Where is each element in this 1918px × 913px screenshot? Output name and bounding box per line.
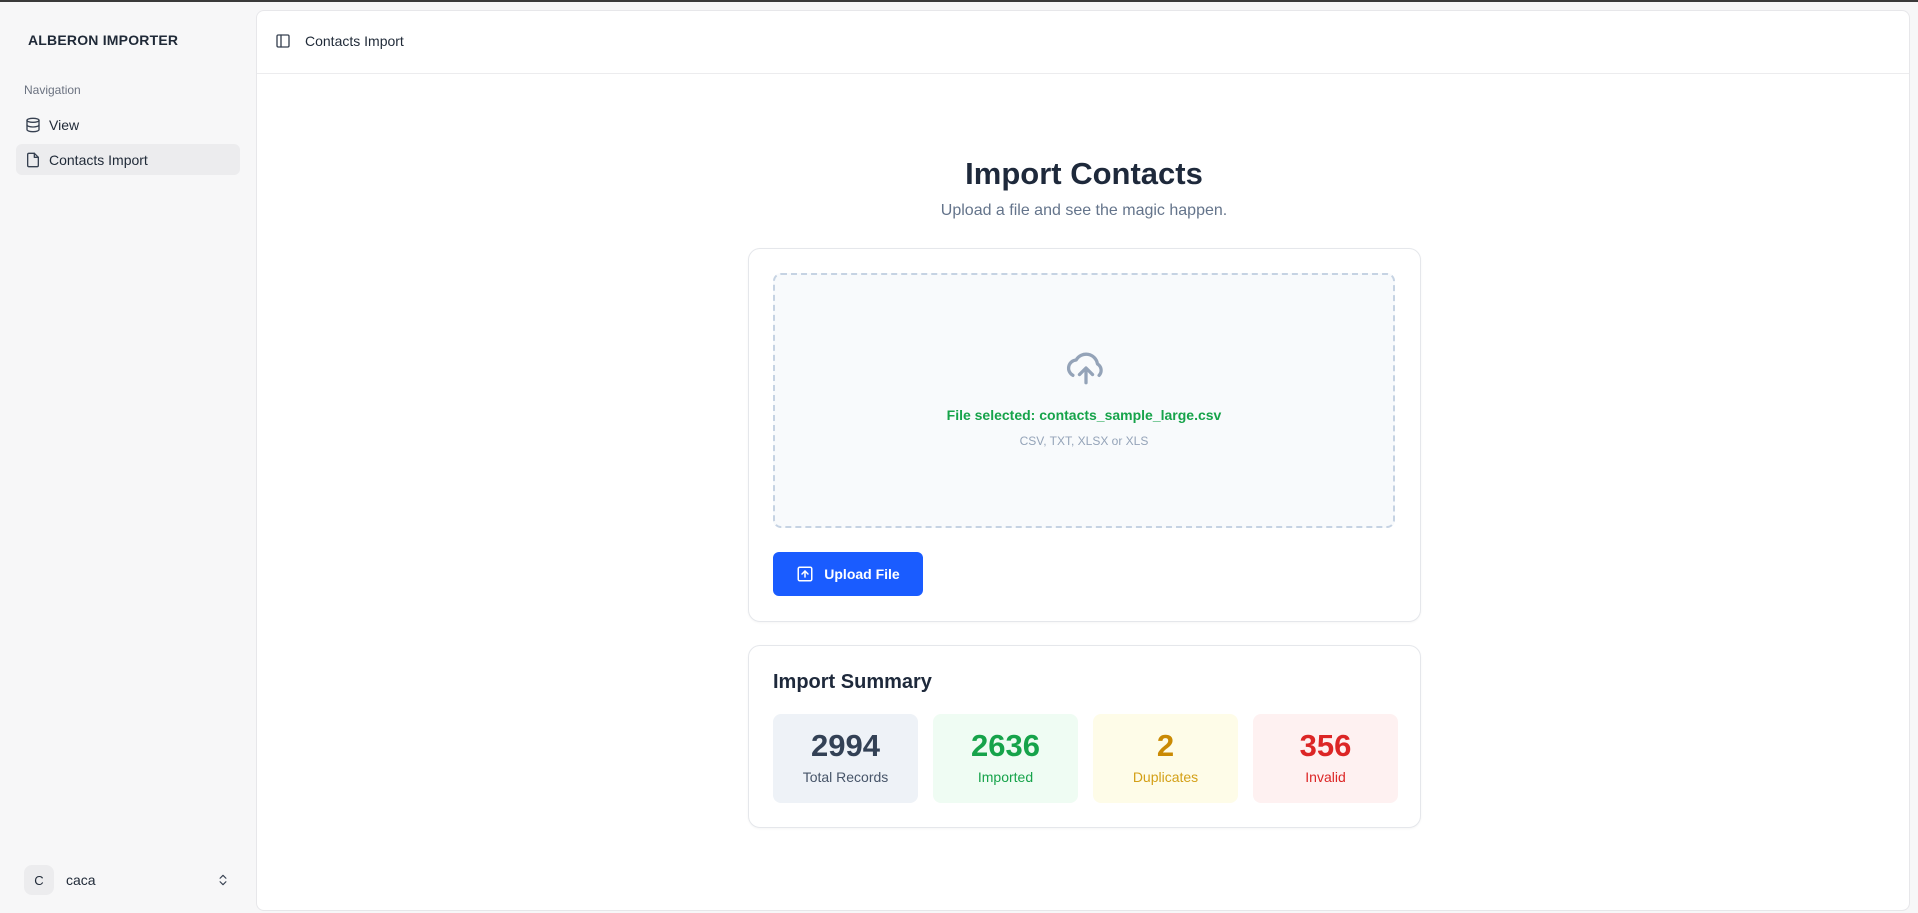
stat-label: Imported — [977, 769, 1034, 785]
selected-file-text: File selected: contacts_sample_large.csv — [946, 407, 1222, 423]
upload-card: File selected: contacts_sample_large.csv… — [748, 248, 1421, 622]
file-icon — [25, 152, 41, 168]
breadcrumb: Contacts Import — [305, 33, 404, 49]
stat-label: Total Records — [802, 769, 889, 785]
page-subtitle: Upload a file and see the magic happen. — [940, 202, 1228, 219]
stat-total-records: 2994 Total Records — [773, 714, 918, 803]
avatar: C — [24, 865, 54, 895]
stat-value: 2994 — [811, 728, 880, 763]
stat-invalid: 356 Invalid — [1253, 714, 1398, 803]
user-menu[interactable]: C caca — [16, 863, 240, 897]
file-dropzone[interactable]: File selected: contacts_sample_large.csv… — [773, 273, 1395, 528]
stat-value: 356 — [1299, 728, 1352, 763]
sidebar-item-contacts-import[interactable]: Contacts Import — [16, 144, 240, 175]
sidebar-toggle-icon[interactable] — [275, 33, 291, 49]
page-title: Import Contacts — [965, 156, 1203, 191]
cloud-upload-icon — [1065, 350, 1107, 386]
stat-label: Duplicates — [1132, 769, 1199, 785]
stat-value: 2 — [1156, 728, 1175, 763]
app-brand: ALBERON IMPORTER — [28, 32, 179, 48]
nav-caption: Navigation — [24, 83, 81, 97]
accepted-formats: CSV, TXT, XLSX or XLS — [1019, 434, 1149, 448]
stat-label: Invalid — [1305, 769, 1346, 785]
sidebar-item-view[interactable]: View — [16, 109, 240, 140]
summary-title: Import Summary — [773, 671, 932, 693]
chevrons-up-down-icon — [216, 872, 230, 888]
stat-imported: 2636 Imported — [933, 714, 1078, 803]
import-summary-card: Import Summary 2994 Total Records 2636 I… — [748, 645, 1421, 828]
sidebar-item-label: View — [49, 116, 80, 133]
upload-icon — [796, 565, 814, 583]
database-icon — [25, 117, 41, 133]
window-top-border — [0, 0, 1918, 2]
user-name: caca — [66, 872, 96, 888]
upload-button-label: Upload File — [824, 566, 900, 582]
main-panel: Contacts Import Import Contacts Upload a… — [256, 10, 1910, 911]
sidebar: ALBERON IMPORTER Navigation View Contact… — [0, 2, 256, 913]
stat-duplicates: 2 Duplicates — [1093, 714, 1238, 803]
stat-value: 2636 — [971, 728, 1040, 763]
page-header: Contacts Import — [257, 11, 1909, 74]
sidebar-item-label: Contacts Import — [49, 151, 148, 168]
upload-file-button[interactable]: Upload File — [773, 552, 923, 596]
